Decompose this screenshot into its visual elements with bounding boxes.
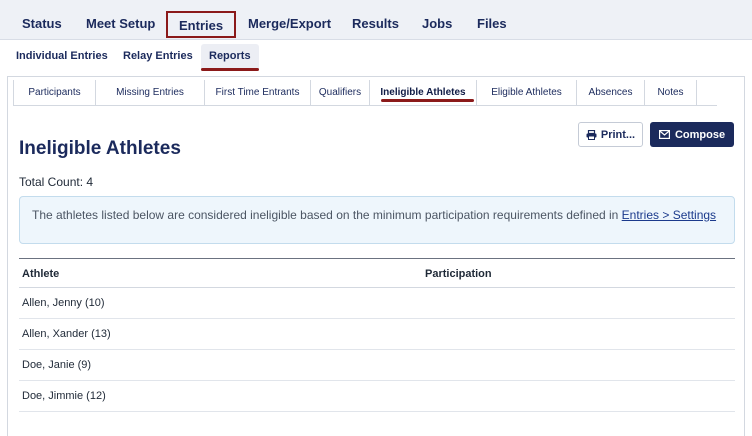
subnav-individual-entries[interactable]: Individual Entries: [16, 50, 108, 62]
envelope-icon: [658, 130, 670, 139]
athlete-name: Allen, Jenny (10): [22, 297, 105, 309]
total-count-label: Total Count:: [19, 175, 84, 189]
column-header-athlete: Athlete: [22, 268, 60, 280]
athlete-name: Doe, Janie (9): [22, 359, 92, 371]
tab-participants[interactable]: Participants: [13, 80, 96, 106]
subnav-relay-entries[interactable]: Relay Entries: [123, 50, 193, 62]
subnav-reports[interactable]: Reports: [201, 44, 259, 69]
top-strip: [0, 0, 752, 8]
entries-settings-link[interactable]: Entries > Settings: [622, 208, 716, 222]
ineligible-athletes-table: Athlete Participation Allen, Jenny (10) …: [19, 258, 735, 412]
athlete-name: Allen, Xander (13): [22, 328, 111, 340]
page-title: Ineligible Athletes: [19, 138, 181, 159]
printer-icon: [586, 129, 597, 140]
info-text: The athletes listed below are considered…: [32, 208, 622, 222]
table-row: Allen, Xander (13): [19, 319, 735, 350]
table-header: Athlete Participation: [19, 258, 735, 288]
nav-meet-setup[interactable]: Meet Setup: [86, 8, 155, 40]
nav-jobs[interactable]: Jobs: [422, 8, 452, 40]
table-row: Allen, Jenny (10): [19, 288, 735, 319]
main-nav: Status Meet Setup Entries Merge/Export R…: [0, 8, 752, 40]
tab-eligible-athletes[interactable]: Eligible Athletes: [477, 80, 577, 106]
tab-first-time-entrants[interactable]: First Time Entrants: [205, 80, 311, 106]
column-header-participation: Participation: [425, 268, 492, 280]
total-count: Total Count: 4: [19, 175, 93, 189]
print-label: Print...: [600, 128, 636, 141]
nav-merge-export[interactable]: Merge/Export: [248, 8, 331, 40]
nav-files[interactable]: Files: [477, 8, 507, 40]
nav-status[interactable]: Status: [22, 8, 62, 40]
compose-label: Compose: [674, 128, 726, 141]
tab-ineligible-athletes[interactable]: Ineligible Athletes: [370, 80, 477, 106]
athlete-name: Doe, Jimmie (12): [22, 390, 106, 402]
tab-missing-entries[interactable]: Missing Entries: [96, 80, 205, 106]
tab-active-indicator: [381, 99, 474, 102]
table-row: Doe, Janie (9): [19, 350, 735, 381]
info-box: The athletes listed below are considered…: [19, 196, 735, 244]
compose-button[interactable]: Compose: [650, 122, 734, 147]
print-button[interactable]: Print...: [578, 122, 643, 147]
table-row: Doe, Jimmie (12): [19, 381, 735, 412]
tab-absences[interactable]: Absences: [577, 80, 645, 106]
nav-results[interactable]: Results: [352, 8, 399, 40]
tab-notes[interactable]: Notes: [645, 80, 697, 106]
nav-entries[interactable]: Entries: [166, 11, 237, 38]
subnav-active-indicator: [201, 68, 259, 71]
total-count-value: 4: [86, 175, 94, 189]
tab-qualifiers[interactable]: Qualifiers: [311, 80, 370, 106]
report-tabs: Participants Missing Entries First Time …: [13, 80, 717, 106]
